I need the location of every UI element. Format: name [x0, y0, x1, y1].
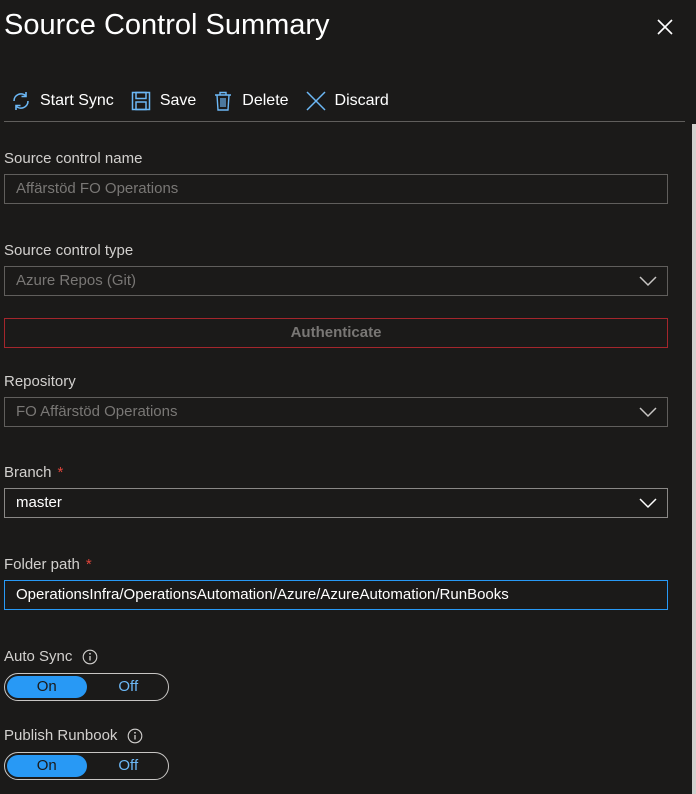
branch-value: master	[16, 494, 62, 511]
discard-label: Discard	[334, 92, 389, 109]
source-control-type-label: Source control type	[4, 242, 133, 259]
repository-dropdown[interactable]: FO Affärstöd Operations	[4, 397, 668, 427]
sync-icon	[13, 92, 29, 110]
auto-sync-toggle[interactable]: On Off	[4, 673, 169, 701]
save-label: Save	[159, 92, 197, 109]
save-icon	[131, 91, 151, 111]
auto-sync-on[interactable]: On	[7, 676, 87, 698]
publish-runbook-toggle[interactable]: On Off	[4, 752, 169, 780]
publish-runbook-off[interactable]: Off	[89, 755, 169, 777]
repository-label-text: Repository	[4, 373, 76, 390]
publish-runbook-label: Publish Runbook	[4, 727, 143, 744]
chevron-down-icon	[639, 276, 657, 287]
save-button[interactable]: Save	[130, 84, 196, 118]
chevron-down-icon	[639, 498, 657, 509]
folder-path-input[interactable]: OperationsInfra/OperationsAutomation/Azu…	[4, 580, 668, 610]
command-bar: Start Sync Save Delete Discard	[0, 84, 685, 118]
source-control-type-dropdown[interactable]: Azure Repos (Git)	[4, 266, 668, 296]
info-icon[interactable]	[82, 649, 98, 665]
required-marker: *	[85, 556, 92, 573]
scrollbar[interactable]	[692, 124, 696, 794]
close-button[interactable]	[652, 14, 678, 40]
auto-sync-off[interactable]: Off	[89, 676, 169, 698]
source-control-name-input[interactable]: Affärstöd FO Operations	[4, 174, 668, 204]
chevron-down-icon	[639, 407, 657, 418]
repository-value: FO Affärstöd Operations	[16, 403, 178, 420]
source-control-name-label-text: Source control name	[4, 150, 143, 167]
publish-runbook-label-text: Publish Runbook	[4, 727, 118, 744]
required-marker: *	[57, 464, 64, 481]
delete-label: Delete	[242, 92, 289, 109]
panel-title: Source Control Summary	[4, 9, 330, 41]
branch-label: Branch *	[4, 464, 63, 481]
start-sync-button[interactable]: Start Sync	[10, 84, 114, 118]
folder-path-label: Folder path *	[4, 556, 92, 573]
delete-button[interactable]: Delete	[212, 84, 289, 118]
repository-label: Repository	[4, 373, 76, 390]
toolbar-divider	[4, 121, 685, 122]
source-control-type-value: Azure Repos (Git)	[16, 272, 137, 289]
close-icon	[657, 19, 673, 35]
start-sync-label: Start Sync	[40, 92, 114, 109]
trash-icon	[215, 91, 232, 111]
auto-sync-label: Auto Sync	[4, 648, 98, 665]
branch-dropdown[interactable]: master	[4, 488, 668, 518]
authenticate-button[interactable]: Authenticate	[4, 318, 668, 348]
info-icon[interactable]	[127, 728, 143, 744]
branch-label-text: Branch	[4, 464, 52, 481]
discard-icon	[306, 91, 326, 111]
publish-runbook-on[interactable]: On	[7, 755, 87, 777]
source-control-name-label: Source control name	[4, 150, 142, 167]
auto-sync-label-text: Auto Sync	[4, 648, 73, 665]
folder-path-label-text: Folder path	[4, 556, 80, 573]
discard-button[interactable]: Discard	[305, 84, 389, 118]
source-control-type-label-text: Source control type	[4, 242, 134, 259]
